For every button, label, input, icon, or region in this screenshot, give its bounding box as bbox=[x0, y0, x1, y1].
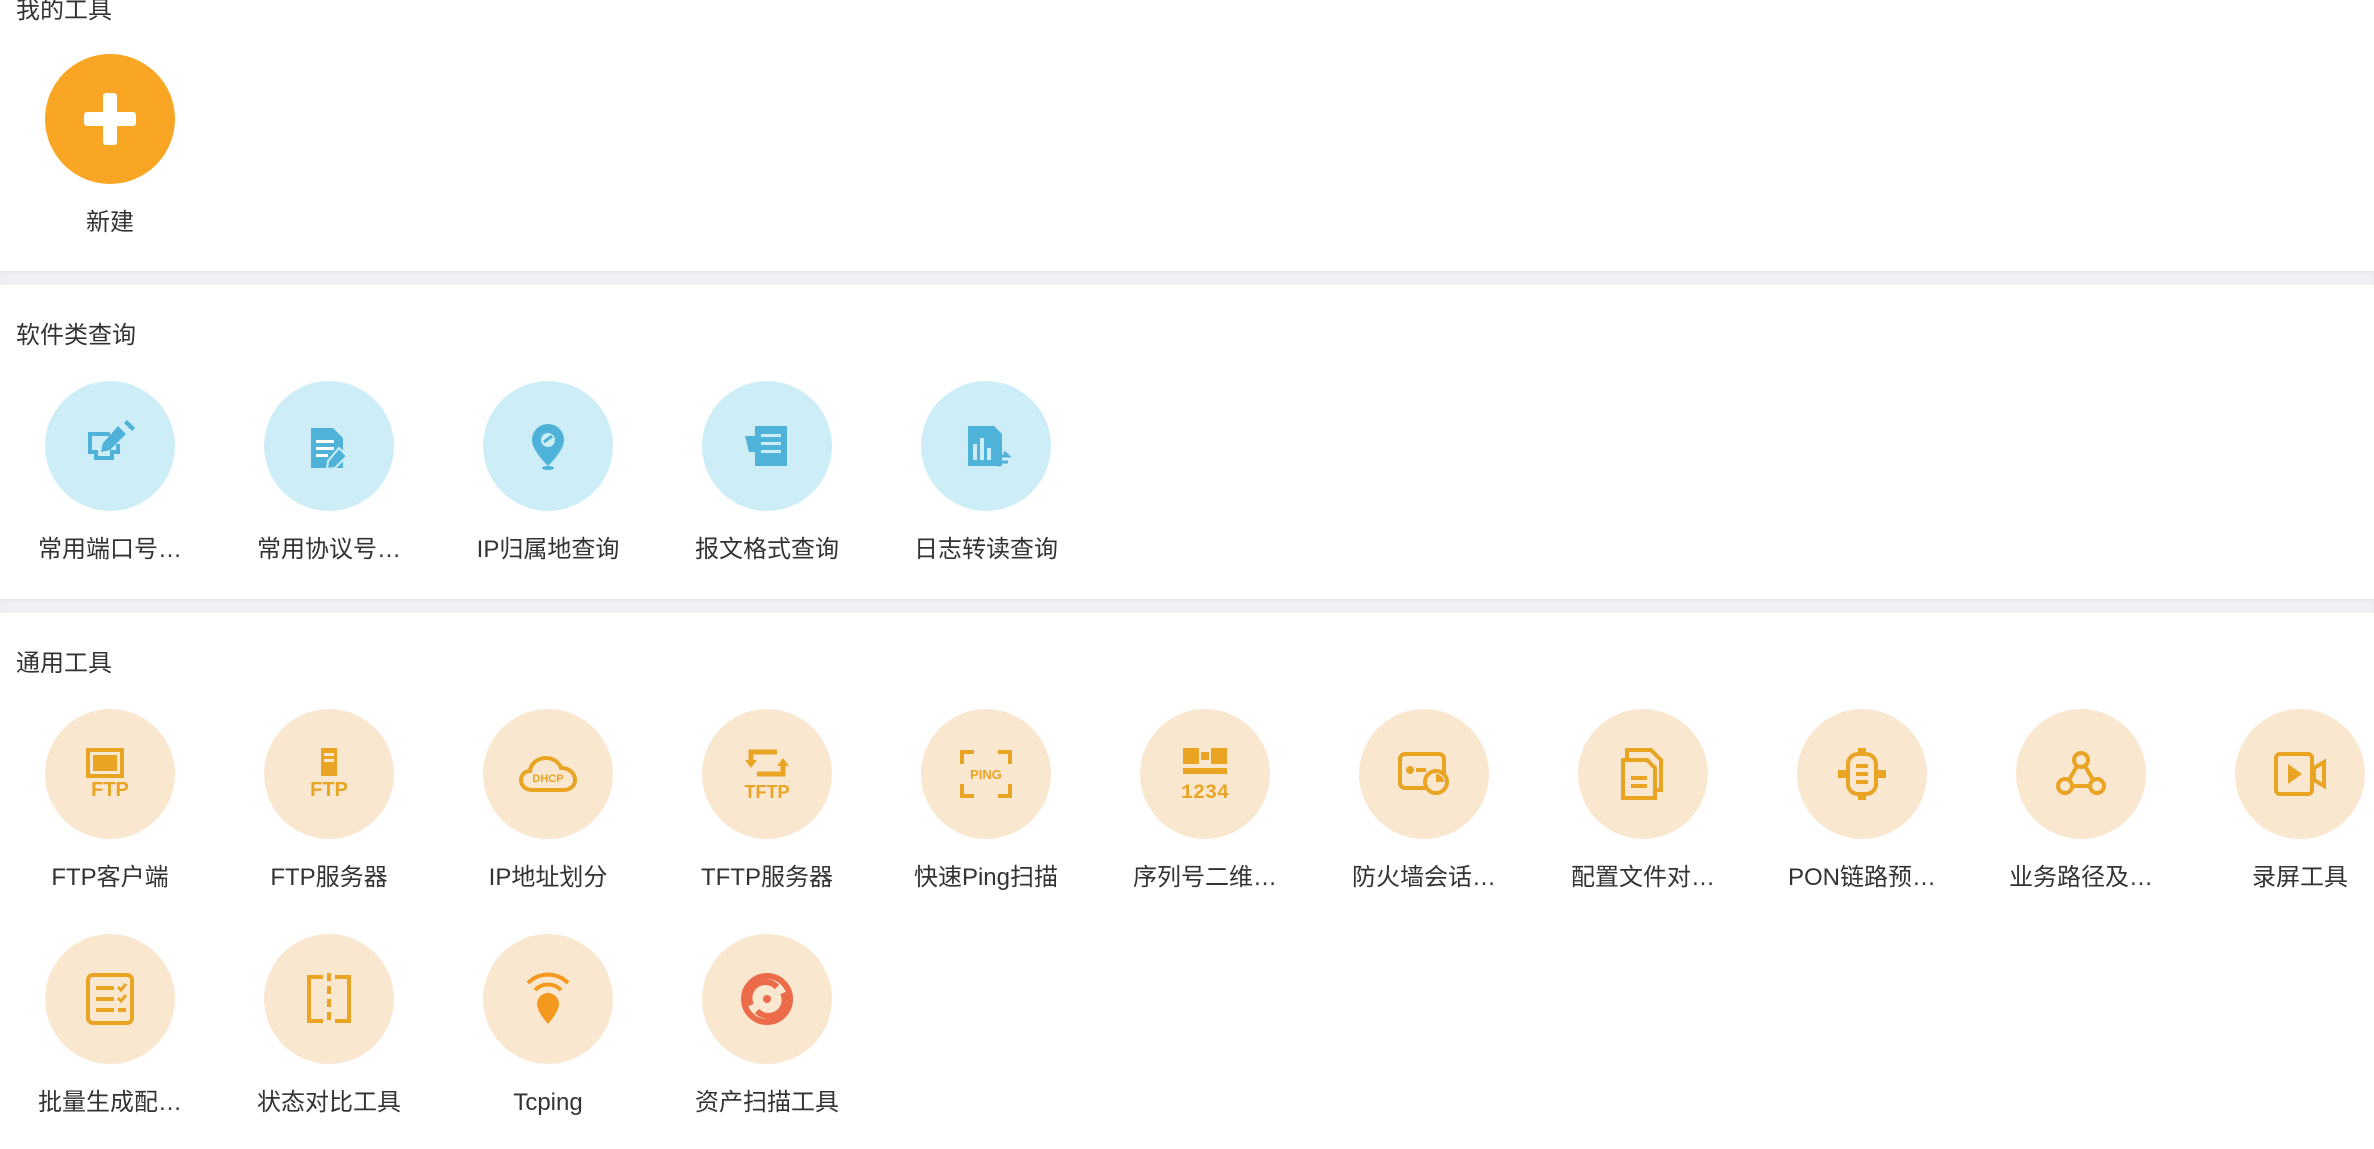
tool-ftp-client[interactable]: FTP FTP客户端 bbox=[0, 709, 200, 909]
asset-scan-icon bbox=[702, 934, 832, 1064]
tool-label: 日志转读查询 bbox=[914, 536, 1058, 563]
tool-label: 状态对比工具 bbox=[257, 1089, 401, 1116]
tool-label: 报文格式查询 bbox=[695, 536, 839, 563]
tool-ip-location[interactable]: IP归属地查询 bbox=[438, 381, 638, 581]
tool-serial-qrcode[interactable]: 1234 序列号二维… bbox=[1095, 709, 1295, 909]
tool-screen-record[interactable]: 录屏工具 bbox=[2190, 709, 2374, 909]
tool-config-compare[interactable]: 配置文件对… bbox=[1533, 709, 1733, 909]
plus-icon bbox=[45, 54, 175, 184]
tool-label: 资产扫描工具 bbox=[695, 1089, 839, 1116]
general-tools-title: 通用工具 bbox=[16, 650, 112, 677]
service-path-icon bbox=[2016, 709, 2146, 839]
tool-label: 批量生成配… bbox=[38, 1089, 182, 1116]
tool-common-ports[interactable]: 常用端口号… bbox=[0, 381, 200, 581]
log-chart-icon bbox=[921, 381, 1051, 511]
ip-cloud-icon-text: DHCP bbox=[532, 773, 563, 785]
batch-config-icon bbox=[45, 934, 175, 1064]
tool-state-compare[interactable]: 状态对比工具 bbox=[219, 934, 419, 1134]
ftp-server-icon-text: FTP bbox=[310, 779, 348, 801]
tool-log-reader[interactable]: 日志转读查询 bbox=[876, 381, 1076, 581]
tool-batch-config[interactable]: 批量生成配… bbox=[0, 934, 200, 1134]
tool-label: 快速Ping扫描 bbox=[913, 864, 1059, 891]
protocol-doc-icon bbox=[264, 381, 394, 511]
tftp-server-icon: TFTP bbox=[702, 709, 832, 839]
my-tools-section: 我的工具 新建 bbox=[0, 0, 2374, 271]
port-edit-icon bbox=[45, 381, 175, 511]
tool-asset-scan[interactable]: 资产扫描工具 bbox=[657, 934, 857, 1134]
general-tools-section: 通用工具 FTP FTP客户端 FTP FTP服务器 DHCP IP地址划分 T… bbox=[0, 613, 2374, 1149]
tool-label: 录屏工具 bbox=[2252, 864, 2348, 891]
tool-label: Tcping bbox=[513, 1089, 583, 1116]
tool-tcping[interactable]: Tcping bbox=[438, 934, 638, 1134]
ping-scan-icon-text: PING bbox=[970, 767, 1002, 782]
tool-common-protocols[interactable]: 常用协议号… bbox=[219, 381, 419, 581]
software-query-section: 软件类查询 常用端口号… 常用协议号… IP归属地查询 报文格式查询 日志转读查… bbox=[0, 285, 2374, 599]
my-tools-title: 我的工具 bbox=[16, 0, 112, 24]
tool-label: 配置文件对… bbox=[1571, 864, 1715, 891]
tftp-server-icon-text: TFTP bbox=[745, 782, 790, 802]
tool-ip-subnet[interactable]: DHCP IP地址划分 bbox=[438, 709, 638, 909]
tool-label: 常用协议号… bbox=[257, 536, 401, 563]
section-divider bbox=[0, 271, 2374, 285]
tool-label: 常用端口号… bbox=[38, 536, 182, 563]
tool-ftp-server[interactable]: FTP FTP服务器 bbox=[219, 709, 419, 909]
screen-record-icon bbox=[2235, 709, 2365, 839]
location-pin-icon bbox=[483, 381, 613, 511]
tool-ping-scan[interactable]: PING 快速Ping扫描 bbox=[876, 709, 1076, 909]
tool-label: 序列号二维… bbox=[1133, 864, 1277, 891]
tool-label: FTP服务器 bbox=[270, 864, 388, 891]
tool-label: FTP客户端 bbox=[51, 864, 169, 891]
tool-label: IP归属地查询 bbox=[476, 536, 620, 563]
tool-pon-link[interactable]: PON链路预… bbox=[1752, 709, 1952, 909]
ip-cloud-icon: DHCP bbox=[483, 709, 613, 839]
ping-scan-icon: PING bbox=[921, 709, 1051, 839]
section-divider bbox=[0, 599, 2374, 613]
software-query-title: 软件类查询 bbox=[16, 322, 136, 349]
tool-label: IP地址划分 bbox=[488, 864, 608, 891]
tool-label: 业务路径及… bbox=[2009, 864, 2153, 891]
ftp-client-icon: FTP bbox=[45, 709, 175, 839]
qrcode-serial-icon: 1234 bbox=[1140, 709, 1270, 839]
qrcode-serial-icon-text: 1234 bbox=[1181, 782, 1229, 802]
tool-label: 新建 bbox=[86, 209, 134, 236]
state-compare-icon bbox=[264, 934, 394, 1064]
new-tool-button[interactable]: 新建 bbox=[0, 54, 200, 254]
tool-label: TFTP服务器 bbox=[701, 864, 833, 891]
tool-label: 防火墙会话… bbox=[1352, 864, 1496, 891]
packet-doc-icon bbox=[702, 381, 832, 511]
tool-tftp-server[interactable]: TFTP TFTP服务器 bbox=[657, 709, 857, 909]
tcping-wifi-pin-icon bbox=[483, 934, 613, 1064]
ftp-client-icon-text: FTP bbox=[91, 779, 129, 801]
tool-firewall-session[interactable]: 防火墙会话… bbox=[1314, 709, 1514, 909]
config-compare-icon bbox=[1578, 709, 1708, 839]
ftp-server-icon: FTP bbox=[264, 709, 394, 839]
pon-link-icon bbox=[1797, 709, 1927, 839]
tool-packet-format[interactable]: 报文格式查询 bbox=[657, 381, 857, 581]
tool-label: PON链路预… bbox=[1787, 864, 1936, 891]
tool-service-path[interactable]: 业务路径及… bbox=[1971, 709, 2171, 909]
firewall-session-icon bbox=[1359, 709, 1489, 839]
